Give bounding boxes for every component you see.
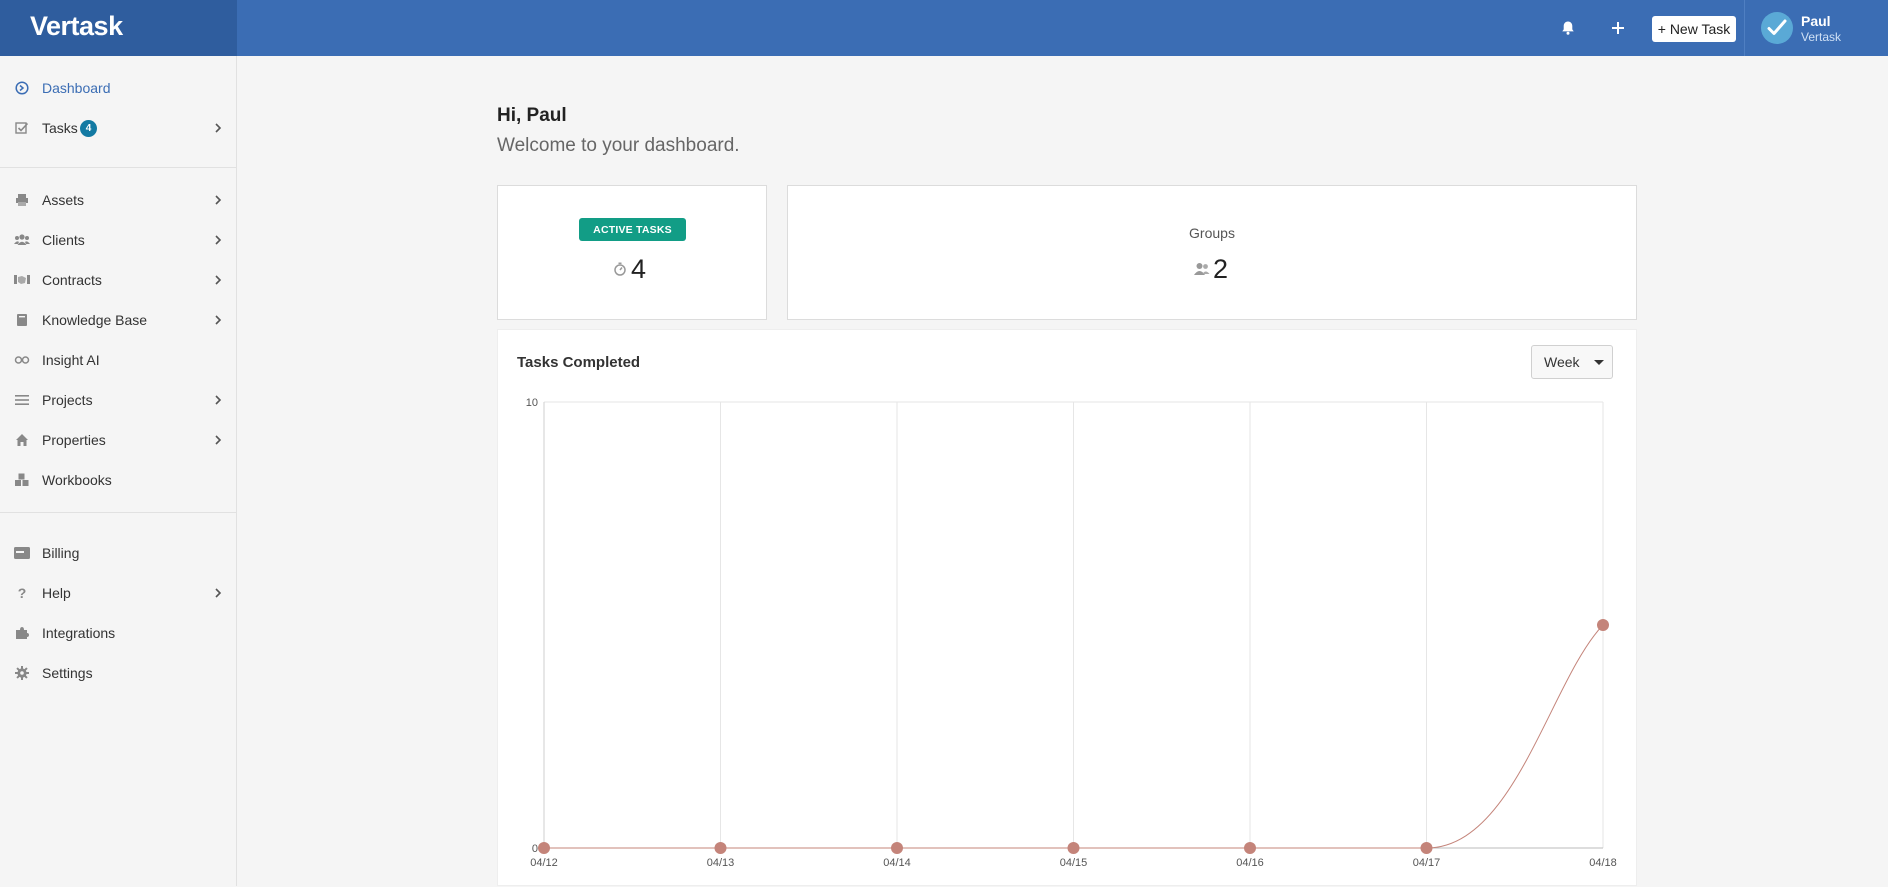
y-tick-label: 10	[526, 397, 538, 409]
sidebar-item-label: Knowledge Base	[42, 312, 148, 328]
data-point	[1244, 842, 1256, 854]
data-point	[1597, 619, 1609, 631]
sidebar-divider	[0, 167, 236, 168]
check-icon	[1767, 19, 1787, 35]
new-task-button[interactable]: + New Task	[1652, 16, 1736, 42]
brand-logo[interactable]: Vertask	[30, 11, 123, 42]
sidebar-item-label: Integrations	[42, 625, 116, 641]
groups-card[interactable]: Groups 2	[787, 185, 1637, 320]
data-point	[1420, 842, 1433, 854]
x-tick-label: 04/16	[1236, 857, 1264, 869]
divider	[1744, 0, 1745, 56]
users-icon	[14, 232, 30, 248]
timer-icon	[613, 262, 627, 281]
sidebar-item-label: Dashboard	[42, 80, 111, 96]
list-icon	[14, 392, 30, 408]
brand-area: Vertask	[0, 0, 237, 56]
sidebar-item-workbooks[interactable]: Workbooks	[0, 464, 236, 496]
groups-label: Groups	[1189, 225, 1235, 241]
sidebar-item-properties[interactable]: Properties	[0, 424, 236, 456]
groups-count: 2	[1213, 254, 1229, 284]
chevron-right-icon[interactable]	[213, 195, 223, 205]
data-point	[714, 842, 727, 854]
sidebar-item-help[interactable]: ? Help	[0, 577, 236, 609]
sidebar-item-label: Tasks	[42, 120, 78, 136]
y-tick-label: 0	[532, 843, 538, 855]
sidebar-item-label: Billing	[42, 545, 80, 561]
tasks-completed-chart-card: Tasks Completed Week 0 10 04/12 04/13 04/14 0…	[497, 329, 1637, 886]
chevron-right-icon[interactable]	[213, 235, 223, 245]
data-point	[1067, 842, 1080, 854]
sidebar-item-assets[interactable]: Assets	[0, 184, 236, 216]
x-tick-label: 04/18	[1589, 857, 1617, 869]
sidebar-item-settings[interactable]: Settings	[0, 657, 236, 689]
user-org: Vertask	[1801, 30, 1842, 44]
sidebar-item-label: Assets	[42, 192, 85, 208]
sidebar-item-billing[interactable]: Billing	[0, 537, 236, 569]
sidebar-item-dashboard[interactable]: Dashboard	[0, 72, 236, 104]
data-point	[538, 842, 550, 854]
chevron-right-icon[interactable]	[213, 435, 223, 445]
bell-icon[interactable]	[1556, 16, 1580, 40]
data-point	[891, 842, 903, 854]
sidebar-item-label: Clients	[42, 232, 85, 248]
sidebar-item-label: Help	[42, 585, 71, 601]
chevron-right-icon[interactable]	[213, 395, 223, 405]
sidebar-item-label: Workbooks	[42, 472, 112, 488]
chevron-right-icon[interactable]	[213, 315, 223, 325]
chevron-right-icon[interactable]	[213, 123, 223, 133]
tasks-count-badge: 4	[80, 119, 97, 137]
active-tasks-badge: ACTIVE TASKS	[579, 218, 686, 241]
x-tick-label: 04/17	[1413, 857, 1441, 869]
sidebar-item-clients[interactable]: Clients	[0, 224, 236, 256]
home-icon	[14, 432, 30, 448]
sidebar-item-label: Properties	[42, 432, 106, 448]
puzzle-icon	[14, 625, 30, 641]
sidebar-item-label: Insight AI	[42, 352, 100, 368]
active-tasks-count: 4	[631, 254, 647, 284]
sidebar: Dashboard Tasks 4 Assets Clients Contrac…	[0, 56, 237, 886]
sidebar-divider	[0, 512, 236, 513]
sidebar-item-label: Contracts	[42, 272, 102, 288]
dashboard-icon	[14, 80, 30, 96]
sidebar-item-label: Settings	[42, 665, 93, 681]
card-icon	[14, 545, 30, 561]
greeting: Hi, Paul	[497, 105, 567, 126]
welcome-text: Welcome to your dashboard.	[497, 135, 740, 156]
chevron-right-icon[interactable]	[213, 275, 223, 285]
sidebar-item-integrations[interactable]: Integrations	[0, 617, 236, 649]
sidebar-item-insight-ai[interactable]: Insight AI	[0, 344, 236, 376]
user-name[interactable]: Paul	[1801, 13, 1831, 29]
book-icon	[14, 312, 30, 328]
cubes-icon	[14, 472, 30, 488]
x-tick-label: 04/13	[707, 857, 735, 869]
sidebar-item-contracts[interactable]: Contracts	[0, 264, 236, 296]
infinity-icon	[14, 352, 30, 368]
gear-icon	[14, 665, 30, 681]
x-tick-label: 04/14	[883, 857, 911, 869]
sidebar-item-label: Projects	[42, 392, 93, 408]
top-bar: Vertask + New Task Paul Vertask	[0, 0, 1888, 56]
tasks-icon	[14, 120, 30, 136]
active-tasks-card[interactable]: ACTIVE TASKS 4	[497, 185, 767, 320]
sidebar-item-tasks[interactable]: Tasks 4	[0, 112, 236, 144]
question-icon: ?	[17, 585, 27, 601]
chevron-right-icon[interactable]	[213, 588, 223, 598]
groups-icon	[1194, 262, 1210, 281]
avatar[interactable]	[1761, 12, 1793, 44]
contract-icon	[14, 272, 30, 288]
x-tick-label: 04/12	[530, 857, 558, 869]
plus-icon[interactable]	[1606, 16, 1630, 40]
sidebar-item-knowledge-base[interactable]: Knowledge Base	[0, 304, 236, 336]
x-tick-label: 04/15	[1060, 857, 1088, 869]
line-chart: 0 10 04/12 04/13 04/14 04/15 04/16 04/17 04/18	[526, 397, 1617, 869]
sidebar-item-projects[interactable]: Projects	[0, 384, 236, 416]
printer-icon	[14, 192, 30, 208]
